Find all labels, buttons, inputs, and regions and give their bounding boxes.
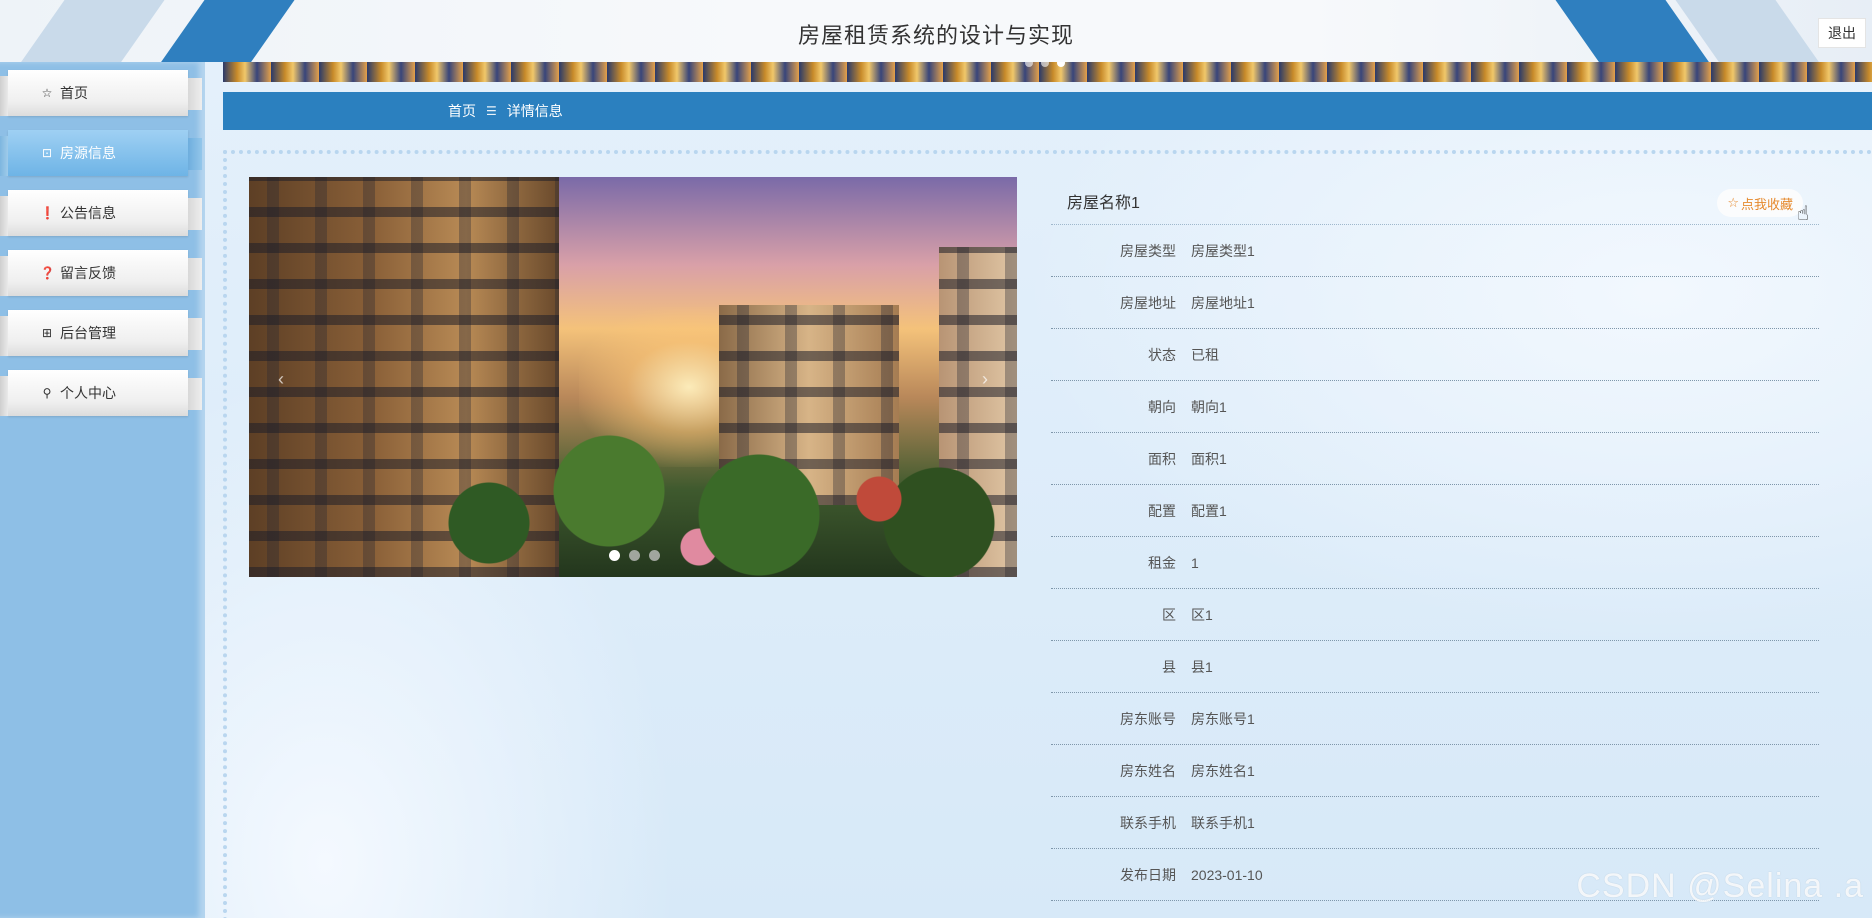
carousel-prev-icon[interactable]: ‹ (269, 367, 293, 391)
sidebar-item-label: 房源信息 (60, 145, 116, 161)
detail-field-value: 房屋类型1 (1191, 242, 1255, 259)
banner-dot[interactable] (1025, 62, 1033, 67)
detail-field-value: 面积1 (1191, 450, 1227, 467)
sidebar-item-home[interactable]: ☆ 首页 (0, 70, 202, 116)
carousel-indicators (609, 550, 660, 561)
favorite-button[interactable]: ☆ 点我收藏 (1717, 189, 1803, 217)
detail-field-value: 朝向1 (1191, 398, 1227, 415)
detail-field-label: 房屋类型 (1120, 242, 1176, 259)
detail-field-label: 区 (1162, 606, 1176, 623)
detail-field-label: 发布日期 (1120, 866, 1176, 883)
main-content: 首页 ☰ 详情信息 ‹ › 房屋名称1 ☆ 点我收藏 ☝ 房屋类型 房屋类型1 房屋… (205, 62, 1872, 918)
detail-field-value: 房东账号1 (1191, 710, 1255, 727)
carousel-image-garden (429, 427, 1017, 577)
detail-field-value: 房东姓名1 (1191, 762, 1255, 779)
detail-field-value: 1 (1191, 554, 1199, 571)
bag-icon: ⊡ (41, 146, 53, 160)
detail-row: 房屋类型 房屋类型1 (1051, 225, 1819, 277)
detail-row: 状态 已租 (1051, 329, 1819, 381)
sidebar-item-label: 留言反馈 (60, 265, 116, 281)
hand-cursor-icon: ☝ (1796, 203, 1809, 225)
detail-row: 房屋地址 房屋地址1 (1051, 277, 1819, 329)
detail-field-value: 县1 (1191, 658, 1213, 675)
detail-header: 房屋名称1 ☆ 点我收藏 ☝ (1051, 177, 1819, 225)
detail-field-label: 房东账号 (1120, 710, 1176, 727)
sidebar: ☆ 首页 ⊡ 房源信息 ❗ 公告信息 ❓ 留言反馈 ⊞ 后台管理 ⚲ 个人中心 (0, 62, 205, 918)
carousel-dot[interactable] (629, 550, 640, 561)
detail-row: 朝向 朝向1 (1051, 381, 1819, 433)
sidebar-item-feedback[interactable]: ❓ 留言反馈 (0, 250, 202, 296)
page-title: 房屋租赁系统的设计与实现 (797, 23, 1074, 48)
image-carousel[interactable]: ‹ › (249, 177, 1017, 577)
detail-row: 房东账号 房东账号1 (1051, 693, 1819, 745)
detail-field-label: 状态 (1148, 346, 1176, 363)
sidebar-item-listings[interactable]: ⊡ 房源信息 (0, 130, 202, 176)
top-header: 房屋租赁系统的设计与实现 退出 (0, 0, 1872, 62)
banner-dots (1025, 62, 1065, 67)
breadcrumb-separator-icon: ☰ (486, 104, 497, 118)
frame-border-left (223, 150, 227, 918)
carousel-dot[interactable] (609, 550, 620, 561)
watermark: CSDN @Selina .a (1576, 867, 1864, 905)
sidebar-item-label: 公告信息 (60, 205, 116, 221)
banner-dot[interactable] (1041, 62, 1049, 67)
help-circle-icon: ❓ (40, 266, 55, 280)
star-outline-icon: ☆ (1727, 195, 1739, 210)
favorite-label: 点我收藏 (1740, 196, 1793, 212)
detail-field-label: 配置 (1148, 502, 1176, 519)
detail-field-label: 面积 (1148, 450, 1176, 467)
breadcrumb: 首页 ☰ 详情信息 (223, 92, 1872, 130)
sidebar-item-label: 首页 (60, 85, 88, 101)
banner-dot[interactable] (1057, 62, 1065, 67)
detail-field-label: 县 (1162, 658, 1176, 675)
detail-row: 联系手机 联系手机1 (1051, 797, 1819, 849)
sidebar-item-profile[interactable]: ⚲ 个人中心 (0, 370, 202, 416)
detail-field-value: 区1 (1191, 606, 1213, 623)
detail-row: 房东姓名 房东姓名1 (1051, 745, 1819, 797)
detail-row: 租金 1 (1051, 537, 1819, 589)
detail-row: 配置 配置1 (1051, 485, 1819, 537)
sidebar-item-admin[interactable]: ⊞ 后台管理 (0, 310, 202, 356)
alert-circle-icon: ❗ (40, 206, 55, 220)
gift-icon: ⊞ (41, 326, 53, 340)
sidebar-item-label: 后台管理 (60, 325, 116, 341)
detail-row: 区区1 (1051, 589, 1819, 641)
detail-field-value: 已租 (1191, 346, 1219, 363)
breadcrumb-current: 详情信息 (506, 103, 563, 119)
logout-button[interactable]: 退出 (1818, 18, 1866, 48)
carousel-dot[interactable] (649, 550, 660, 561)
detail-row: 面积 面积1 (1051, 433, 1819, 485)
carousel-next-icon[interactable]: › (973, 367, 997, 391)
detail-field-label: 房东姓名 (1120, 762, 1176, 779)
detail-field-value: 联系手机1 (1191, 814, 1255, 831)
detail-field-label: 朝向 (1148, 398, 1176, 415)
breadcrumb-home-link[interactable]: 首页 (448, 101, 476, 121)
house-name: 房屋名称1 (1067, 194, 1140, 212)
detail-field-label: 房屋地址 (1120, 294, 1176, 311)
detail-row: 县县1 (1051, 641, 1819, 693)
sidebar-item-label: 个人中心 (60, 385, 116, 401)
sidebar-item-announcements[interactable]: ❗ 公告信息 (0, 190, 202, 236)
detail-field-label: 联系手机 (1120, 814, 1176, 831)
detail-field-value: 配置1 (1191, 502, 1227, 519)
detail-field-value: 房屋地址1 (1191, 294, 1255, 311)
user-icon: ⚲ (42, 386, 52, 400)
detail-field-value: 2023-01-10 (1191, 866, 1263, 883)
star-outline-icon: ☆ (41, 86, 53, 100)
detail-field-label: 租金 (1148, 554, 1176, 571)
frame-border-top (223, 150, 1872, 154)
